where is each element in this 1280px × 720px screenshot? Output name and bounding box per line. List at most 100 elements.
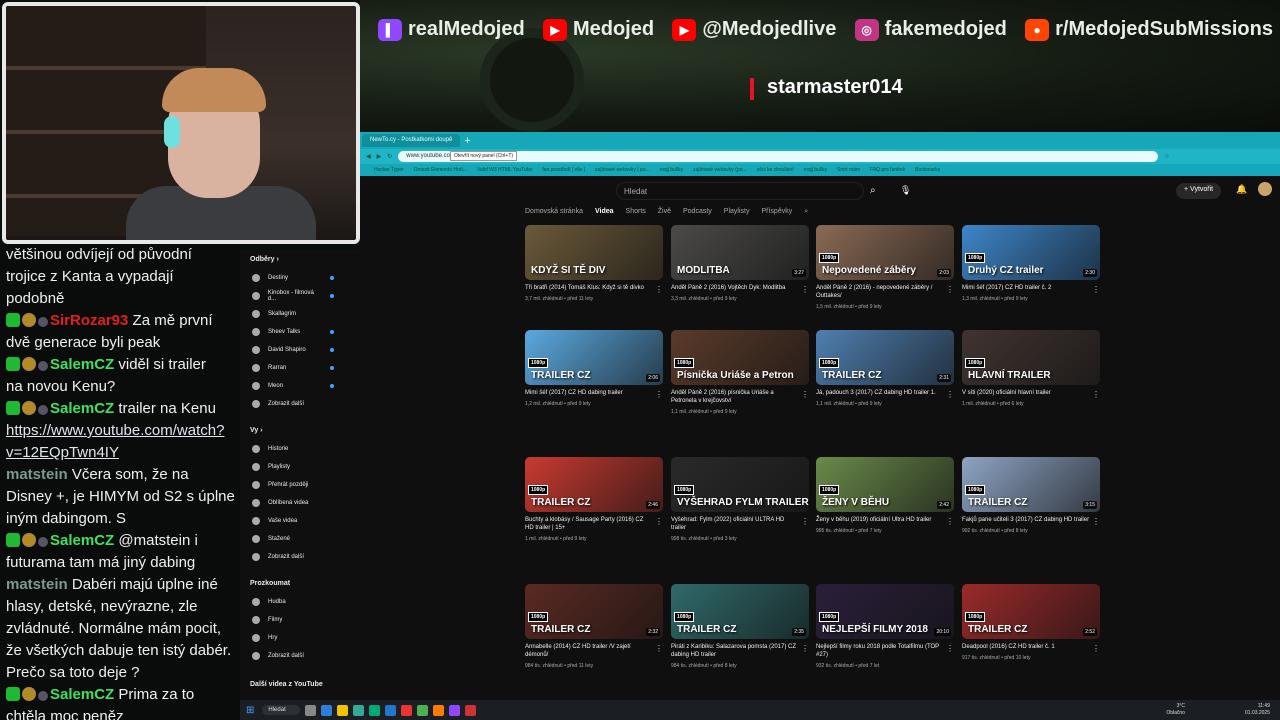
- sidebar-explore-item[interactable]: Zobrazit další: [240, 647, 360, 665]
- video-thumbnail[interactable]: 1080p TRAILER CZ 2:06: [525, 330, 663, 385]
- sidebar-subscription[interactable]: Skallagrim: [240, 305, 360, 323]
- bookmark-item[interactable]: Bookmarks: [915, 167, 940, 173]
- sidebar-subscription[interactable]: Sheev Talks: [240, 323, 360, 341]
- video-card[interactable]: 1080p VYŠEHRAD FYLM TRAILER Vyšehrad: Fylm…: [671, 457, 809, 542]
- chat-username[interactable]: SalemCZ: [50, 400, 114, 417]
- chrome-icon[interactable]: [416, 704, 428, 716]
- more-options-icon[interactable]: ⋮: [801, 517, 809, 526]
- video-title[interactable]: V síti (2020) oficiální hlavní trailer: [962, 390, 1100, 398]
- show-more-subs[interactable]: Zobrazit další: [240, 395, 360, 413]
- video-card[interactable]: 1080p NEJLEPŠÍ FILMY 2018 20:10 Nejlepší fi…: [816, 584, 954, 669]
- video-card[interactable]: 1080p TRAILER CZ 2:52 Deadpool (2016) CZ HD…: [962, 584, 1100, 661]
- app-icon[interactable]: [352, 704, 364, 716]
- more-options-icon[interactable]: ⋮: [946, 644, 954, 653]
- video-thumbnail[interactable]: 1080p Písnička Uriáše a Petron: [671, 330, 809, 385]
- video-title[interactable]: Fakjů pane učiteli 3 (2017) CZ dabing HD…: [962, 517, 1100, 525]
- browser-tab[interactable]: NewTo.cy - Postkatkomi doupě: [362, 134, 461, 147]
- sidebar-you-item[interactable]: Historie: [240, 440, 360, 458]
- video-thumbnail[interactable]: 1080p TRAILER CZ 2:31: [816, 330, 954, 385]
- video-title[interactable]: Annabelle (2014) CZ HD trailer /V zajetí…: [525, 644, 663, 660]
- video-title[interactable]: Ženy v běhu (2019) oficiální Ultra HD tr…: [816, 517, 954, 525]
- video-thumbnail[interactable]: 1080p TRAILER CZ 2:46: [525, 457, 663, 512]
- sidebar-subscription[interactable]: David Shapiro: [240, 341, 360, 359]
- obs-icon[interactable]: [464, 704, 476, 716]
- channel-tab[interactable]: Živě: [658, 208, 671, 216]
- sidebar-you-item[interactable]: Vaše videa: [240, 512, 360, 530]
- notifications-icon[interactable]: 🔔: [1236, 184, 1247, 195]
- you-heading[interactable]: Vy ›: [250, 427, 360, 434]
- video-card[interactable]: 1080p ŽENY V BĚHU 2:42 Ženy v běhu (2019) o…: [816, 457, 954, 534]
- channel-tab[interactable]: Playlisty: [724, 208, 750, 216]
- bookmark-item[interactable]: věci ke zkoušení: [757, 167, 794, 173]
- video-card[interactable]: 1080p TRAILER CZ 2:35 Piráti z Karibiku: Sa…: [671, 584, 809, 669]
- video-title[interactable]: Mimi šéf (2017) CZ HD dabing trailer: [525, 390, 663, 398]
- bookmark-item[interactable]: zajímavé webovky | po...: [595, 167, 650, 173]
- forward-icon[interactable]: ▶: [377, 153, 382, 160]
- channel-tab[interactable]: Podcasty: [683, 208, 712, 216]
- taskbar-search[interactable]: Hledat: [262, 705, 300, 715]
- channel-tab[interactable]: Příspěvky: [761, 208, 792, 216]
- sidebar-you-item[interactable]: Playlisty: [240, 458, 360, 476]
- twitch-app-icon[interactable]: [448, 704, 460, 716]
- bookmark-item[interactable]: Valid W3 HTML YouTube: [477, 167, 532, 173]
- app-icon[interactable]: [368, 704, 380, 716]
- more-options-icon[interactable]: ⋮: [946, 517, 954, 526]
- sidebar-you-item[interactable]: Zobrazit další: [240, 548, 360, 566]
- video-card[interactable]: 1080p Druhý CZ trailer 2:30 Mimi šéf (2017)…: [962, 225, 1100, 302]
- video-thumbnail[interactable]: 1080p TRAILER CZ 2:52: [962, 584, 1100, 639]
- app-icon[interactable]: [384, 704, 396, 716]
- microphone-icon[interactable]: 🎙: [900, 185, 911, 196]
- video-thumbnail[interactable]: 1080p VYŠEHRAD FYLM TRAILER: [671, 457, 809, 512]
- video-thumbnail[interactable]: 1080p TRAILER CZ 3:15: [962, 457, 1100, 512]
- video-title[interactable]: Piráti z Karibiku: Salazarova pomsta (20…: [671, 644, 809, 660]
- video-thumbnail[interactable]: 1080p Druhý CZ trailer 2:30: [962, 225, 1100, 280]
- video-title[interactable]: Anděl Páně 2 (2016) Vojtěch Dyk: Modlitb…: [671, 285, 809, 293]
- more-options-icon[interactable]: ⋮: [655, 644, 663, 653]
- chat-username[interactable]: SalemCZ: [50, 532, 114, 549]
- video-thumbnail[interactable]: 1080p ŽENY V BĚHU 2:42: [816, 457, 954, 512]
- chat-username[interactable]: SalemCZ: [50, 356, 114, 373]
- video-thumbnail[interactable]: 1080p Nepovedené záběry 2:03: [816, 225, 954, 280]
- chat-link[interactable]: v=12EQpTwn4IY: [6, 444, 119, 461]
- sidebar-you-item[interactable]: Stažené: [240, 530, 360, 548]
- bookmark-item[interactable]: Omezit Elemento Hrát...: [414, 167, 467, 173]
- sidebar-explore-item[interactable]: Filmy: [240, 611, 360, 629]
- more-options-icon[interactable]: ⋮: [655, 517, 663, 526]
- app-icon[interactable]: [320, 704, 332, 716]
- channel-tab[interactable]: Videa: [595, 208, 614, 216]
- chat-username[interactable]: matstein: [6, 576, 68, 593]
- video-title[interactable]: Anděl Páně 2 (2016) - nepovedené záběry …: [816, 285, 954, 301]
- bookmark-item[interactable]: Hacker Typer: [374, 167, 404, 173]
- channel-tab[interactable]: Shorts: [626, 208, 646, 216]
- sidebar-subscription[interactable]: Kinobox - filmová d...: [240, 287, 360, 305]
- video-card[interactable]: 1080p TRAILER CZ 2:46 Buchty a klobásy / Sa…: [525, 457, 663, 542]
- firefox-icon[interactable]: [432, 704, 444, 716]
- video-title[interactable]: Nejlepší filmy roku 2018 podle Totalfilm…: [816, 644, 954, 660]
- video-title[interactable]: Anděl Páně 2 (2016) písnička Uriáše a Pe…: [671, 390, 809, 406]
- channel-tab[interactable]: Domovská stránka: [525, 208, 583, 216]
- more-options-icon[interactable]: ⋮: [1092, 390, 1100, 399]
- task-view-icon[interactable]: [304, 704, 316, 716]
- video-thumbnail[interactable]: 1080p HLAVNÍ TRAILER: [962, 330, 1100, 385]
- chat-username[interactable]: SirRozar93: [50, 312, 128, 329]
- more-options-icon[interactable]: ⋮: [1092, 517, 1100, 526]
- more-options-icon[interactable]: ⋮: [801, 285, 809, 294]
- video-thumbnail[interactable]: 1080p NEJLEPŠÍ FILMY 2018 20:10: [816, 584, 954, 639]
- video-title[interactable]: Buchty a klobásy / Sausage Party (2016) …: [525, 517, 663, 533]
- more-options-icon[interactable]: ⋮: [946, 285, 954, 294]
- video-thumbnail[interactable]: 1080p TRAILER CZ 2:32: [525, 584, 663, 639]
- explorer-icon[interactable]: [336, 704, 348, 716]
- video-card[interactable]: 1080p TRAILER CZ 2:32 Annabelle (2014) CZ H…: [525, 584, 663, 669]
- video-card[interactable]: 1080p TRAILER CZ 2:31 Já, padouch 3 (2017) …: [816, 330, 954, 407]
- video-card[interactable]: MODLITBA 3:27 Anděl Páně 2 (2016) Vojtěch …: [671, 225, 809, 302]
- clock-time[interactable]: 11:49: [1258, 703, 1270, 709]
- back-icon[interactable]: ◀: [366, 153, 371, 160]
- sidebar-subscription[interactable]: Destiny: [240, 269, 360, 287]
- bookmark-item[interactable]: fan prostředí | vše |: [542, 167, 585, 173]
- more-options-icon[interactable]: ⋮: [946, 390, 954, 399]
- bookmark-item[interactable]: FAQ pro fanbnk: [870, 167, 905, 173]
- bookmark-item[interactable]: mojj bullky: [804, 167, 827, 173]
- video-title[interactable]: Já, padouch 3 (2017) CZ dabing HD traile…: [816, 390, 954, 398]
- bookmark-item[interactable]: zajímavé webovky (po...: [693, 167, 747, 173]
- search-box[interactable]: [616, 182, 864, 200]
